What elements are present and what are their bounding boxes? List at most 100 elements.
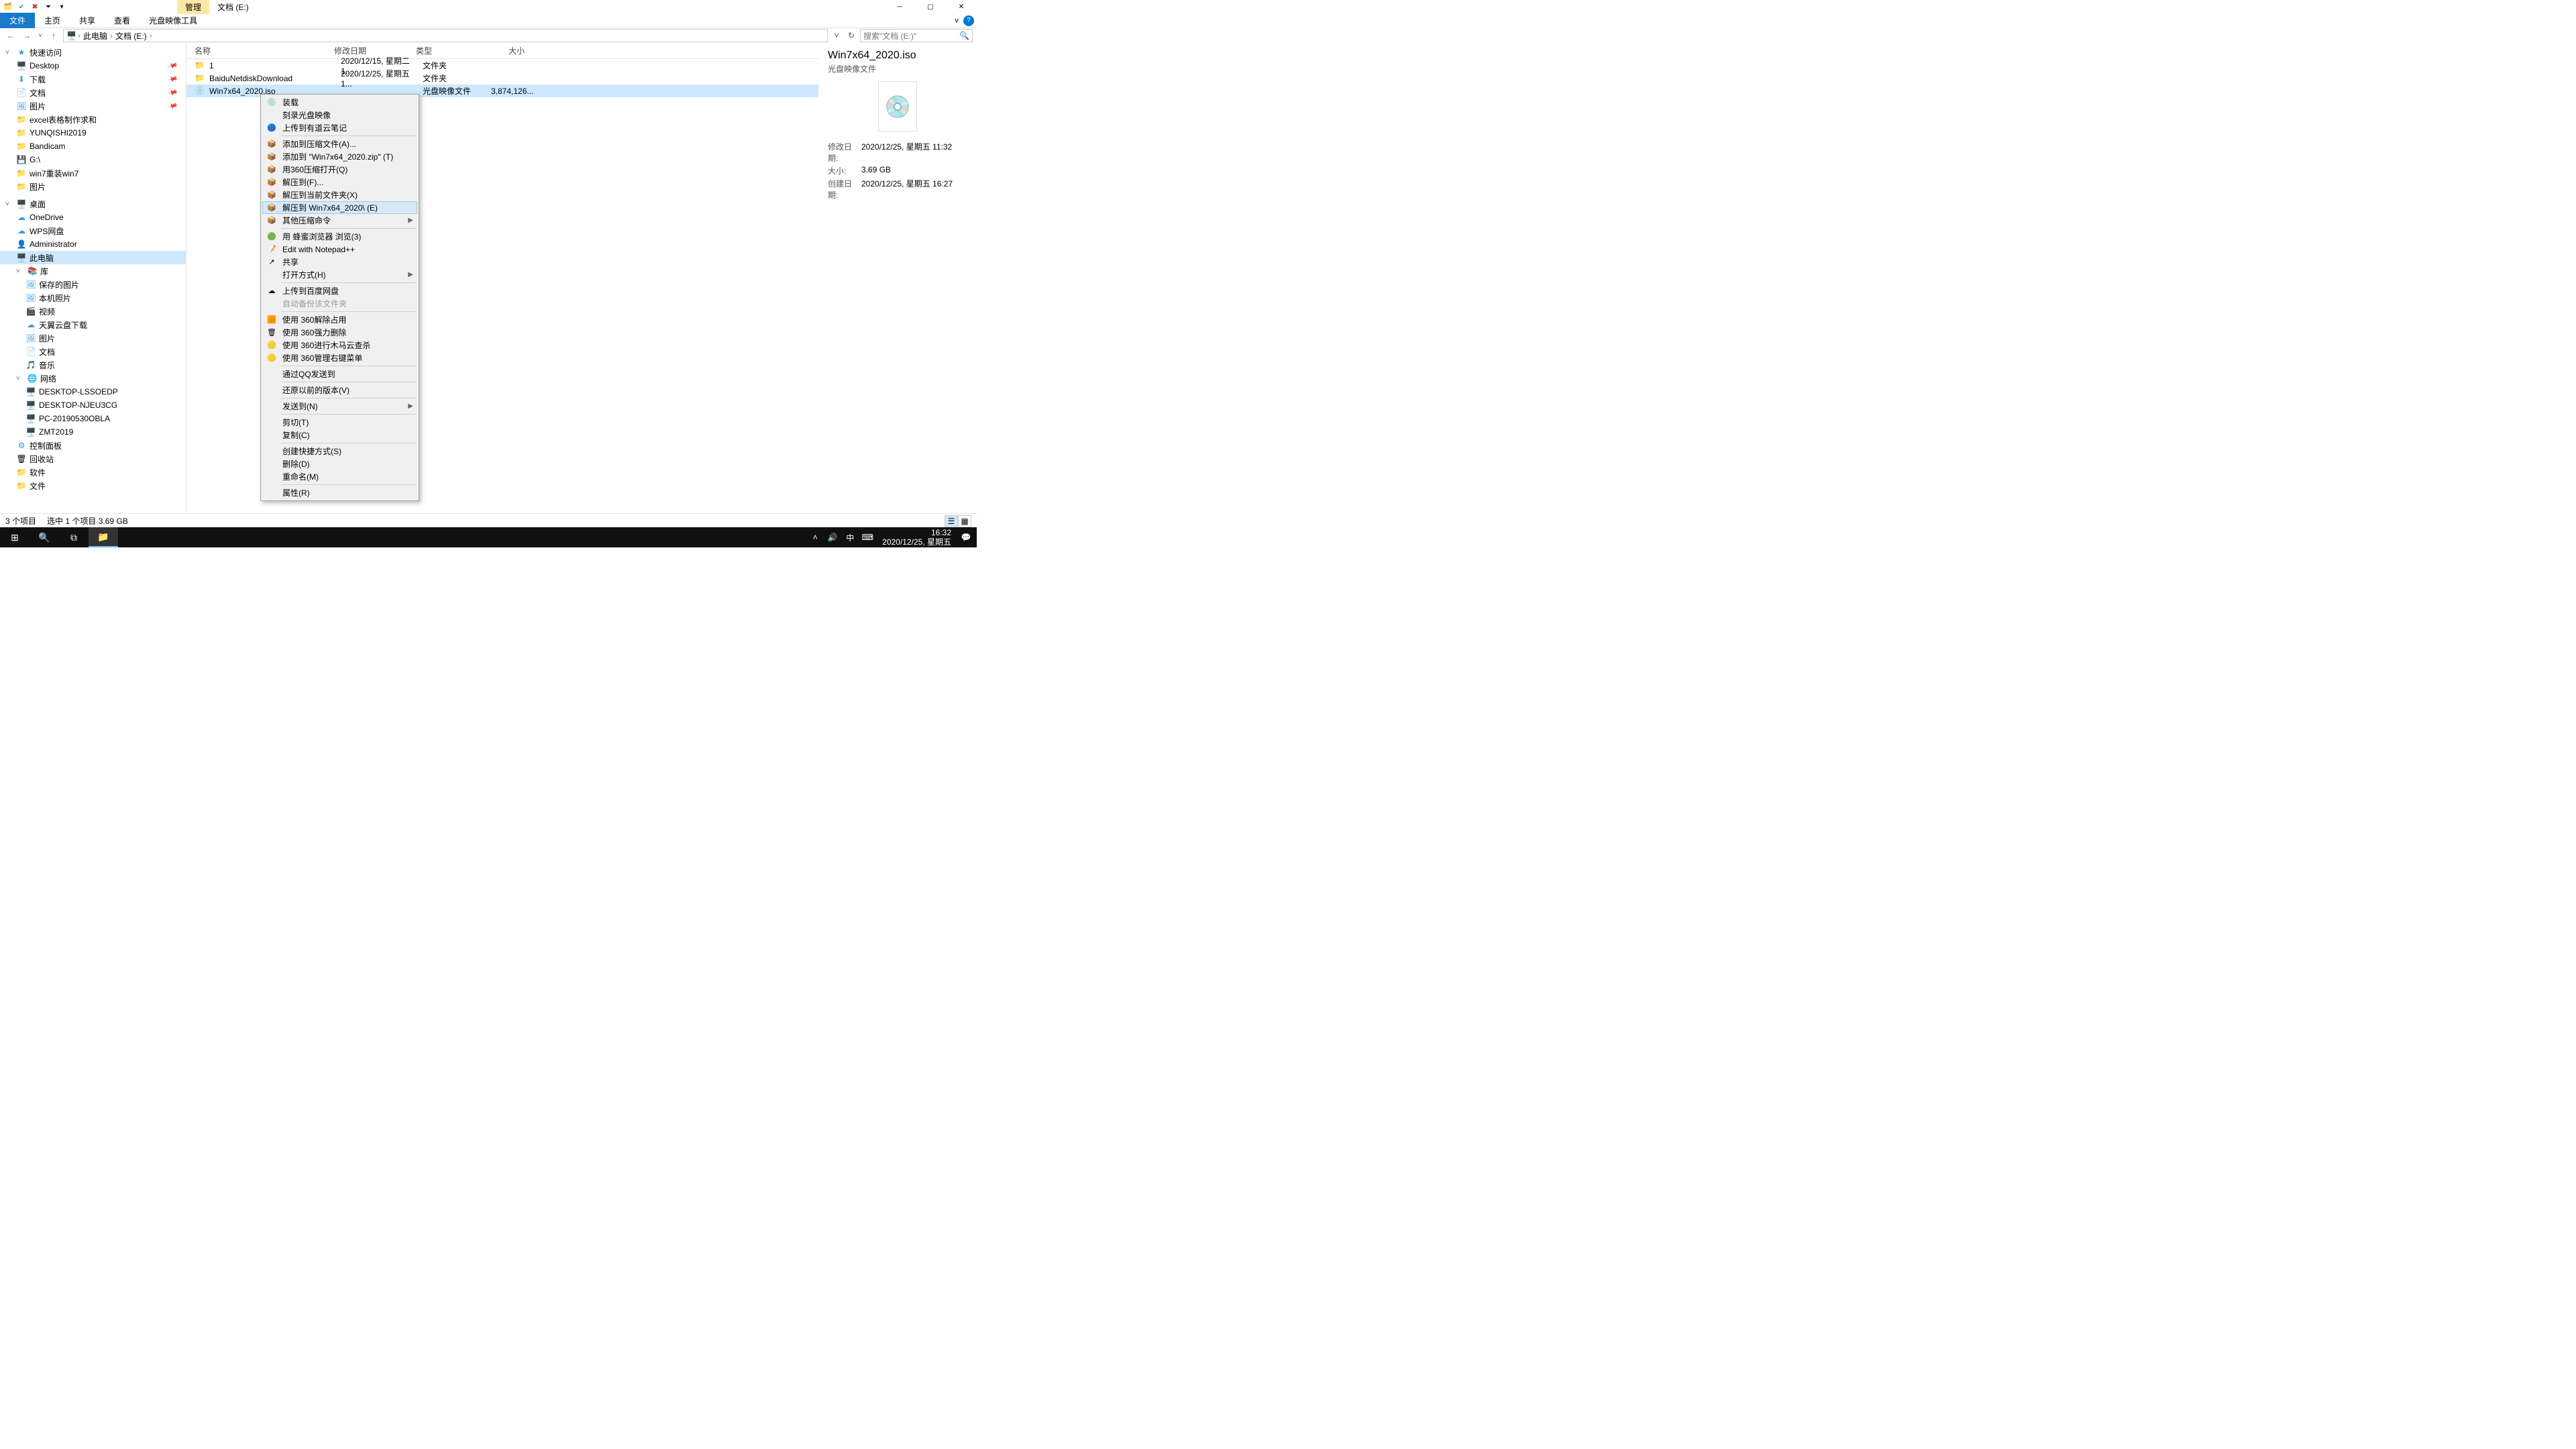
menu-item[interactable]: 📦用360压缩打开(Q) [262,163,417,176]
tree-lib-docs[interactable]: 📄文档 [0,345,186,358]
tree-local-pics[interactable]: 🖼本机照片 [0,291,186,305]
tree-desktop[interactable]: 🖥️Desktop📌 [0,59,186,72]
chevron-icon[interactable]: › [150,31,152,40]
maximize-button[interactable]: ▢ [915,0,946,13]
col-type[interactable]: 类型 [416,45,484,56]
col-size[interactable]: 大小 [484,45,525,56]
tree-videos[interactable]: 🎬视频 [0,305,186,318]
help-button[interactable]: ? [963,15,974,26]
ribbon-view[interactable]: 查看 [105,13,140,28]
tree-admin[interactable]: 👤Administrator [0,237,186,251]
file-row[interactable]: 📁12020/12/15, 星期二 1...文件夹 [186,59,818,72]
tree-onedrive[interactable]: ☁OneDrive [0,211,186,224]
tree-pc2[interactable]: 🖥️DESKTOP-NJEU3CG [0,398,186,412]
context-menu[interactable]: 💿装载刻录光盘映像🔵上传到有道云笔记📦添加到压缩文件(A)...📦添加到 "Wi… [260,94,419,501]
check-icon[interactable]: ✔ [16,1,27,12]
tree-thispc[interactable]: 🖥️此电脑 [0,251,186,264]
menu-item[interactable]: 发送到(N)▶ [262,400,417,413]
crumb-drive[interactable]: 文档 (E:) [114,30,148,42]
tree-downloads[interactable]: ⬇下载📌 [0,72,186,86]
menu-item[interactable]: 🟢用 蜂蜜浏览器 浏览(3) [262,230,417,243]
tree-win7r[interactable]: 📁win7重装win7 [0,166,186,180]
menu-item[interactable]: 剪切(T) [262,416,417,429]
tree-excel[interactable]: 📁excel表格制作求和 [0,113,186,126]
taskview-button[interactable]: ⧉ [59,527,89,547]
menu-item[interactable]: 打开方式(H)▶ [262,268,417,281]
tree-tianyi[interactable]: ☁天翼云盘下载 [0,318,186,331]
tray-volume-icon[interactable]: 🔊 [826,527,839,547]
tree-music[interactable]: 🎵音乐 [0,358,186,372]
search-icon[interactable]: 🔍 [959,31,969,40]
menu-item[interactable]: 🟧使用 360解除占用 [262,313,417,326]
menu-item[interactable]: 🟡使用 360管理右键菜单 [262,352,417,364]
ribbon-share[interactable]: 共享 [70,13,105,28]
tree-soft[interactable]: 📁软件 [0,466,186,479]
recent-dropdown[interactable]: ˅ [36,29,44,42]
tray-keyboard-icon[interactable]: ⌨ [861,527,874,547]
ribbon-disc-tool[interactable]: 光盘映像工具 [140,13,207,28]
crumb-thispc[interactable]: 此电脑 [82,30,109,42]
tree-pc3[interactable]: 🖥️PC-20190530OBLA [0,412,186,425]
chevron-icon[interactable]: › [110,31,113,40]
tree-pc1[interactable]: 🖥️DESKTOP-LSSOEDP [0,385,186,398]
file-row[interactable]: 📁BaiduNetdiskDownload2020/12/25, 星期五 1..… [186,72,818,85]
menu-item[interactable]: 📝Edit with Notepad++ [262,243,417,256]
ribbon-expand-icon[interactable]: ˅ [950,16,963,25]
tree-pics[interactable]: 🖼图片📌 [0,99,186,113]
tree-pics2[interactable]: 📁图片 [0,180,186,193]
tree-quick-access[interactable]: ˅★快速访问 [0,46,186,59]
tree-network[interactable]: ˅🌐网络 [0,372,186,385]
tree-yunqishi[interactable]: 📁YUNQISHI2019 [0,126,186,140]
menu-item[interactable]: 还原以前的版本(V) [262,384,417,396]
menu-item[interactable]: 属性(R) [262,486,417,499]
tree-lib-pics[interactable]: 🖼图片 [0,331,186,345]
menu-item[interactable]: 🔵上传到有道云笔记 [262,121,417,134]
tray-ime[interactable]: 中 [843,527,857,547]
addr-dropdown[interactable]: ˅ [830,29,843,42]
up-button[interactable]: ↑ [47,29,60,42]
tree-desk[interactable]: ˅🖥️桌面 [0,197,186,211]
menu-item[interactable]: 📦解压到 Win7x64_2020\ (E) [262,201,417,214]
menu-item[interactable]: 📦添加到 "Win7x64_2020.zip" (T) [262,150,417,163]
breadcrumb[interactable]: 🖥️ › 此电脑 › 文档 (E:) › [63,29,828,42]
explorer-taskbar-button[interactable]: 📁 [89,527,118,547]
tree-g[interactable]: 💾G:\ [0,153,186,166]
tree-docs[interactable]: 📄文档📌 [0,86,186,99]
nav-tree[interactable]: ˅★快速访问 🖥️Desktop📌 ⬇下载📌 📄文档📌 🖼图片📌 📁excel表… [0,43,186,513]
menu-item[interactable]: 🟡使用 360进行木马云查杀 [262,339,417,352]
tree-wps[interactable]: ☁WPS网盘 [0,224,186,237]
view-icons-button[interactable]: ▦ [958,515,971,527]
menu-item[interactable]: 复制(C) [262,429,417,441]
chevron-icon[interactable]: › [78,31,80,40]
tree-pc4[interactable]: 🖥️ZMT2019 [0,425,186,439]
menu-item[interactable]: 💿装载 [262,96,417,109]
menu-item[interactable]: ↗共享 [262,256,417,268]
tree-bandicam[interactable]: 📁Bandicam [0,140,186,153]
menu-item[interactable]: 📦添加到压缩文件(A)... [262,138,417,150]
menu-item[interactable]: 📦其他压缩命令▶ [262,214,417,227]
close-button[interactable]: ✕ [946,0,977,13]
col-name[interactable]: 名称 [186,45,334,56]
x-icon[interactable]: ✖ [30,1,40,12]
back-button[interactable]: ← [4,29,17,42]
tree-recycle[interactable]: 🗑回收站 [0,452,186,466]
tree-cpanel[interactable]: ⚙控制面板 [0,439,186,452]
tree-lib[interactable]: ˅📚库 [0,264,186,278]
menu-item[interactable]: 📦解压到当前文件夹(X) [262,189,417,201]
start-button[interactable]: ⊞ [0,527,30,547]
forward-button[interactable]: → [20,29,34,42]
menu-item[interactable]: 创建快捷方式(S) [262,445,417,458]
tree-files[interactable]: 📁文件 [0,479,186,492]
tray-chevron-icon[interactable]: ˄ [808,527,822,547]
search-input[interactable]: 搜索"文档 (E:)" 🔍 [860,29,973,42]
ribbon-file[interactable]: 文件 [0,13,35,28]
menu-item[interactable]: ☁上传到百度网盘 [262,284,417,297]
tree-saved-pics[interactable]: 🖼保存的图片 [0,278,186,291]
menu-item[interactable]: 重命名(M) [262,470,417,483]
menu-item[interactable]: 删除(D) [262,458,417,470]
minimize-button[interactable]: ─ [884,0,915,13]
qa-more-icon[interactable]: ⏷ [43,1,54,12]
menu-item[interactable]: 通过QQ发送到 [262,368,417,380]
search-button[interactable]: 🔍 [30,527,59,547]
view-details-button[interactable]: ☰ [945,515,958,527]
